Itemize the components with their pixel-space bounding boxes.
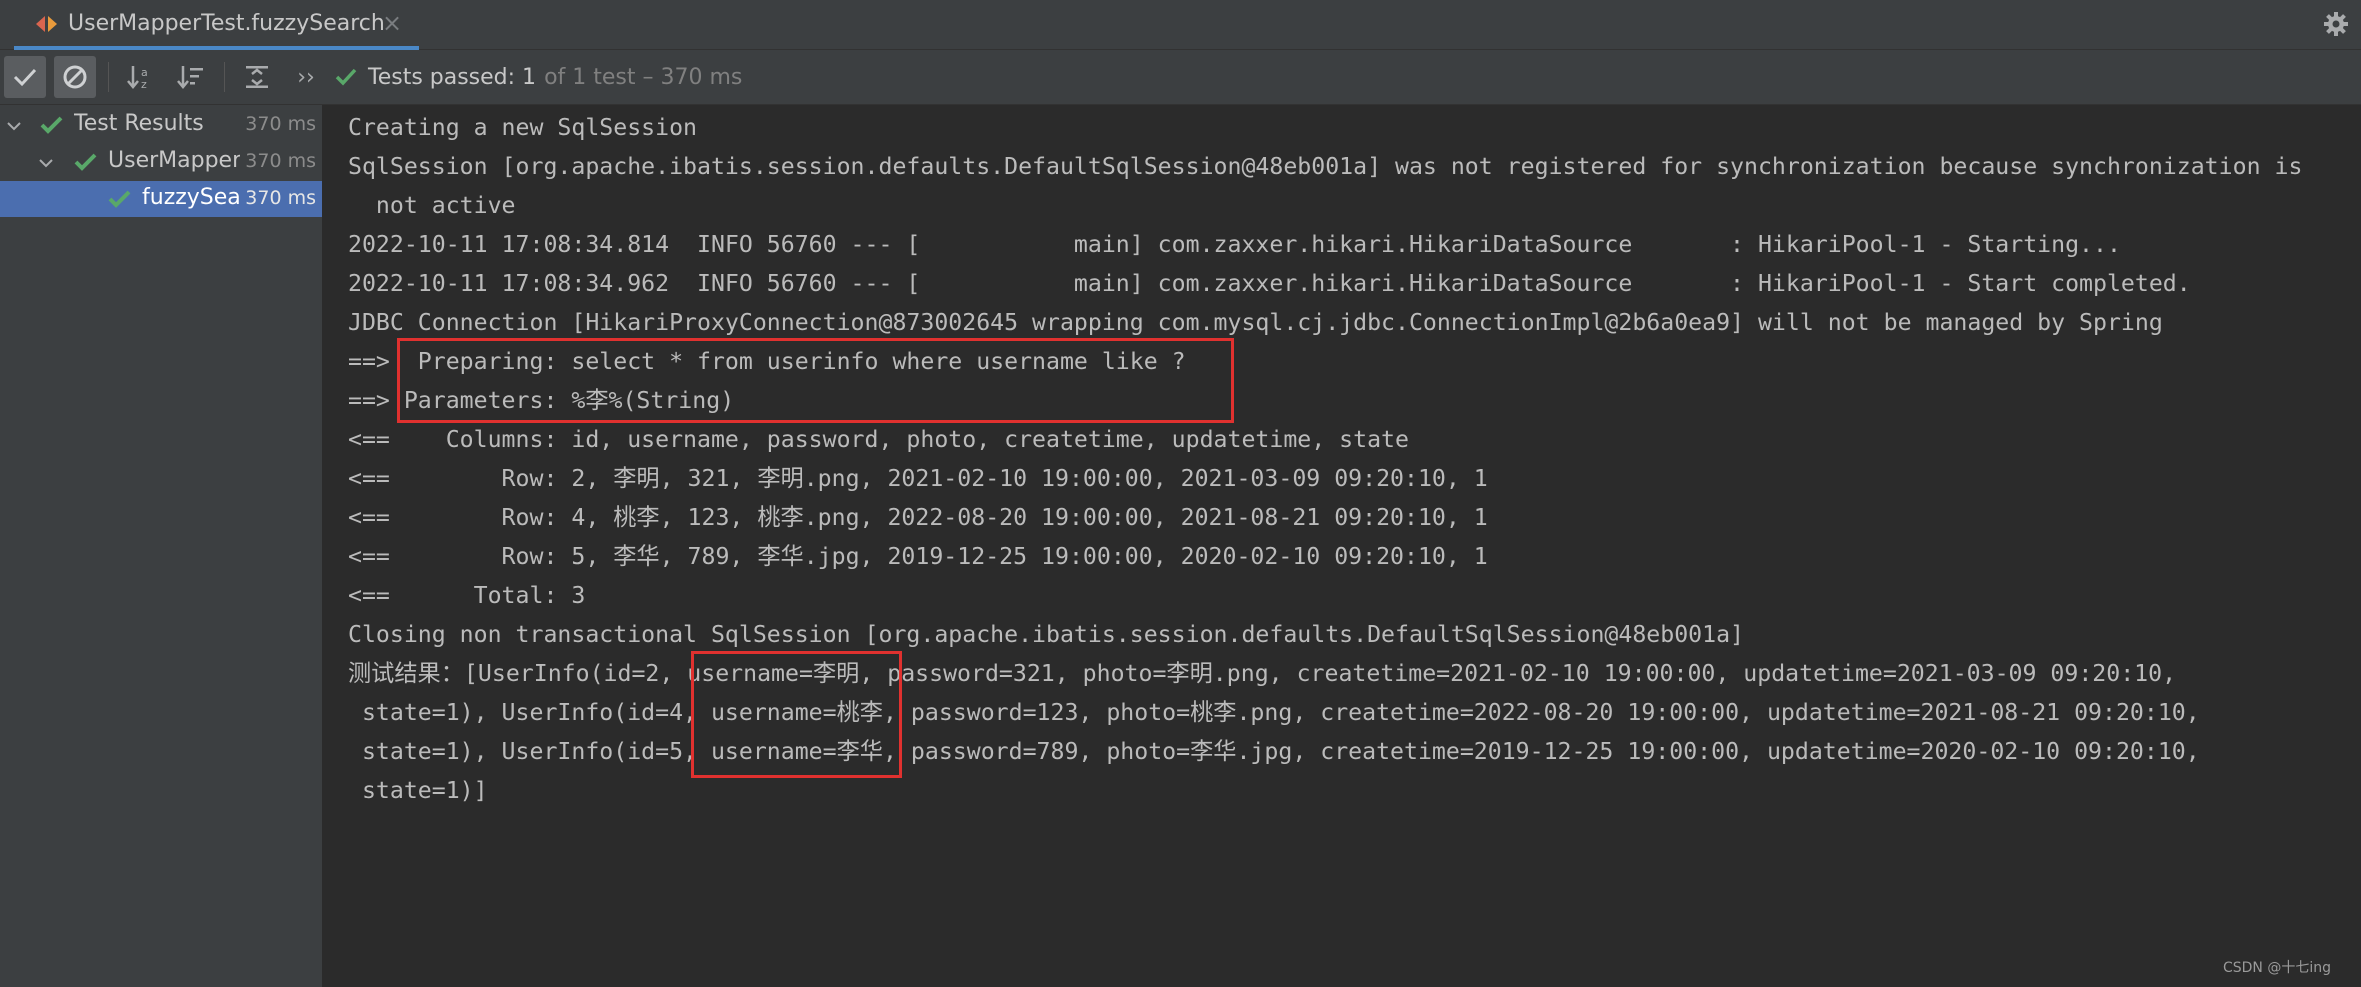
sort-duration-icon <box>177 66 203 89</box>
passed-check-icon <box>335 68 357 86</box>
console-output[interactable]: Creating a new SqlSession SqlSession [or… <box>323 105 2361 987</box>
chevron-down-icon[interactable] <box>6 115 22 140</box>
status-main: Tests passed: 1 <box>368 64 537 90</box>
console-line-result: state=1), UserInfo(id=5, username=李华, pa… <box>348 738 2200 765</box>
tree-item-duration: 370 ms <box>245 187 316 209</box>
tab-title: UserMapperTest.fuzzySearch <box>68 11 385 36</box>
console-line: Closing non transactional SqlSession [or… <box>348 621 1745 648</box>
tree-item-label: Test Results <box>74 111 204 136</box>
console-line: <== Row: 2, 李明, 321, 李明.png, 2021-02-10 … <box>348 465 1488 492</box>
toolbar-separator <box>224 62 225 92</box>
console-line-result: state=1), UserInfo(id=4, username=桃李, pa… <box>348 699 2200 726</box>
console-line-result: state=1)] <box>348 777 488 804</box>
tree-item-label: fuzzySearch <box>142 185 240 210</box>
sort-alphabetically-button[interactable]: a z <box>120 56 162 98</box>
close-icon[interactable]: × <box>382 9 402 37</box>
test-results-tree: Test Results 370 ms UserMapperTest 370 m… <box>0 105 323 987</box>
status-detail: of 1 test – 370 ms <box>544 64 743 90</box>
sort-by-duration-button[interactable] <box>170 56 212 98</box>
console-line-result: 测试结果：[UserInfo(id=2, username=李明, passwo… <box>348 660 2177 687</box>
console-line: not active <box>348 192 516 219</box>
tree-item-duration: 370 ms <box>245 150 316 172</box>
console-line: Creating a new SqlSession <box>348 114 698 141</box>
console-line: 2022-10-11 17:08:34.962 INFO 56760 --- [… <box>348 270 2191 297</box>
more-actions-button[interactable]: ›› <box>286 56 326 98</box>
expand-all-icon <box>246 66 268 88</box>
svg-text:z: z <box>141 78 147 90</box>
expand-all-button[interactable] <box>236 56 278 98</box>
toolbar-separator <box>108 62 109 92</box>
console-line: JDBC Connection [HikariProxyConnection@8… <box>348 309 2163 336</box>
passed-check-icon <box>74 152 98 178</box>
sort-alpha-icon: a z <box>127 66 148 90</box>
tab-usermappertest-fuzzysearch[interactable]: UserMapperTest.fuzzySearch × <box>14 0 419 50</box>
run-config-icon <box>36 14 58 38</box>
ignored-icon <box>63 65 87 89</box>
console-line: 2022-10-11 17:08:34.814 INFO 56760 --- [… <box>348 231 2121 258</box>
watermark: CSDN @十七ing <box>2222 960 2331 976</box>
username-highlight-box <box>691 651 902 778</box>
console-line: <== Row: 4, 桃李, 123, 桃李.png, 2022-08-20 … <box>348 504 1488 531</box>
show-passed-button[interactable] <box>4 56 46 98</box>
tree-item-duration: 370 ms <box>245 113 316 135</box>
test-runner-toolbar: a z ›› Tests passed: 1 of 1 test – 370 m… <box>0 50 2361 105</box>
tree-item-label: UserMapperTest <box>108 148 240 173</box>
chevron-down-icon[interactable] <box>38 152 54 177</box>
passed-check-icon <box>40 115 64 141</box>
show-ignored-button[interactable] <box>54 56 96 98</box>
double-chevron-icon: ›› <box>297 64 315 90</box>
console-line: SqlSession [org.apache.ibatis.session.de… <box>348 153 2303 180</box>
passed-check-icon <box>108 189 132 215</box>
console-line: <== Row: 5, 李华, 789, 李华.jpg, 2019-12-25 … <box>348 543 1488 570</box>
tree-item-fuzzysearch[interactable]: fuzzySearch 370 ms <box>0 181 322 217</box>
tree-item-test-results[interactable]: Test Results 370 ms <box>0 107 322 143</box>
gear-icon[interactable] <box>2323 11 2349 41</box>
test-status: Tests passed: 1 of 1 test – 370 ms <box>334 60 742 94</box>
sql-highlight-box <box>397 338 1234 423</box>
console-line: <== Columns: id, username, password, pho… <box>348 426 1409 453</box>
check-icon <box>13 68 37 87</box>
editor-tab-bar: UserMapperTest.fuzzySearch × <box>0 0 2361 50</box>
console-line: <== Total: 3 <box>348 582 586 609</box>
tree-item-usermappertest[interactable]: UserMapperTest 370 ms <box>0 144 322 180</box>
